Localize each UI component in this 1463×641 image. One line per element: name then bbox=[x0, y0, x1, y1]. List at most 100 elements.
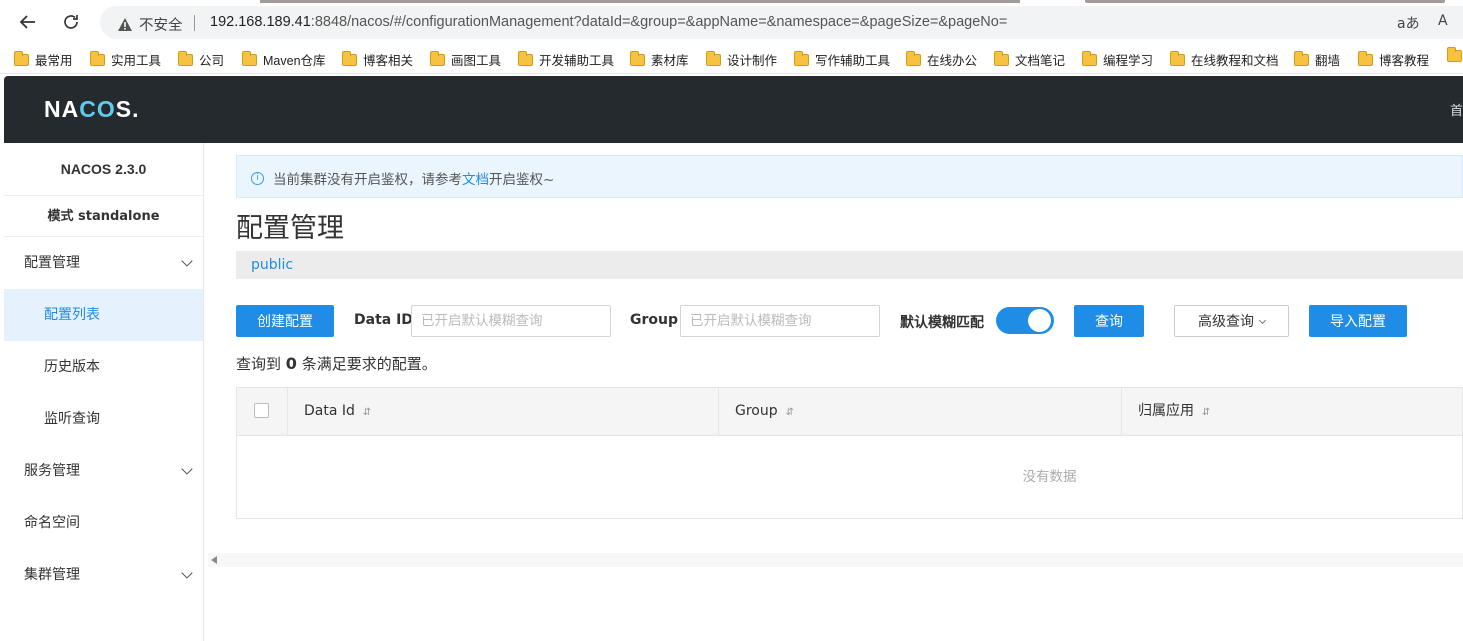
bookmark-folder-overflow[interactable] bbox=[1446, 47, 1462, 62]
sidebar-group-service[interactable]: 服务管理 bbox=[4, 445, 203, 497]
bookmark-folder[interactable]: 素材库 bbox=[629, 50, 689, 69]
sort-icon[interactable]: ⇵ bbox=[363, 407, 371, 418]
bookmark-folder[interactable]: 最常用 bbox=[13, 50, 73, 69]
empty-state: 没有数据 bbox=[1022, 469, 1077, 485]
bookmark-label: 公司 bbox=[199, 54, 225, 68]
bookmark-label: 设计制作 bbox=[727, 54, 778, 68]
folder-icon bbox=[705, 50, 721, 66]
sidebar-item-namespace[interactable]: 命名空间 bbox=[4, 497, 203, 549]
url-host: 192.168.189.41 bbox=[210, 14, 311, 30]
folder-icon bbox=[793, 50, 809, 66]
folder-icon bbox=[1169, 50, 1185, 66]
run-mode: 模式 standalone bbox=[4, 196, 203, 237]
scroll-left-icon[interactable] bbox=[211, 556, 217, 564]
page-title: 配置管理 bbox=[236, 213, 344, 244]
bookmark-folder[interactable]: 文档笔记 bbox=[993, 50, 1066, 69]
toggle-knob bbox=[1028, 309, 1051, 332]
import-config-button[interactable]: 导入配置 bbox=[1309, 305, 1407, 337]
bookmark-folder[interactable]: 在线教程和文档 bbox=[1169, 50, 1279, 69]
folder-icon bbox=[1446, 47, 1462, 62]
column-data-id[interactable]: Data Id ⇵ bbox=[287, 388, 718, 436]
bookmark-label: 最常用 bbox=[35, 54, 73, 68]
column-app[interactable]: 归属应用 ⇵ bbox=[1121, 388, 1463, 436]
bookmark-folder[interactable]: Maven仓库 bbox=[241, 50, 326, 69]
folder-icon bbox=[429, 50, 445, 66]
bookmark-label: 实用工具 bbox=[111, 54, 162, 68]
bookmark-label: 博客相关 bbox=[363, 54, 414, 68]
bookmark-folder[interactable]: 博客教程 bbox=[1357, 50, 1430, 69]
result-summary: 查询到 0 条满足要求的配置。 bbox=[236, 354, 437, 373]
folder-icon bbox=[1293, 50, 1309, 66]
fuzzy-match-label: 默认模糊匹配 bbox=[900, 315, 984, 331]
folder-icon bbox=[905, 50, 921, 66]
notice-text: 当前集群没有开启鉴权，请参考文档开启鉴权~ bbox=[273, 172, 555, 188]
reload-icon bbox=[64, 15, 78, 29]
reload-button[interactable] bbox=[58, 9, 84, 35]
bookmark-label: 编程学习 bbox=[1103, 54, 1154, 68]
sort-icon[interactable]: ⇵ bbox=[786, 407, 794, 418]
create-config-button[interactable]: 创建配置 bbox=[236, 305, 334, 337]
url-path: :8848/nacos/#/configurationManagement?da… bbox=[310, 14, 1008, 30]
group-input[interactable] bbox=[680, 305, 880, 337]
chevron-down-icon bbox=[181, 463, 193, 475]
insecure-label: 不安全 bbox=[139, 18, 183, 34]
bookmark-label: 开发辅助工具 bbox=[539, 54, 615, 68]
select-all-checkbox[interactable] bbox=[254, 403, 269, 418]
chevron-down-icon bbox=[1258, 316, 1267, 325]
header-nav-home[interactable]: 首 bbox=[1450, 100, 1463, 119]
group-label: Group bbox=[630, 312, 679, 328]
query-toolbar: 创建配置 Data ID Group 默认模糊匹配 查询 高级查询 导入配置 bbox=[236, 305, 1463, 337]
bookmark-folder[interactable]: 设计制作 bbox=[705, 50, 778, 69]
sidebar-group-cluster[interactable]: 集群管理 bbox=[4, 549, 203, 601]
query-button[interactable]: 查询 bbox=[1074, 305, 1144, 337]
advanced-query-button[interactable]: 高级查询 bbox=[1174, 305, 1289, 337]
folder-icon bbox=[241, 50, 257, 66]
back-button[interactable] bbox=[15, 9, 41, 35]
bookmark-folder[interactable]: 实用工具 bbox=[89, 50, 162, 69]
bookmark-label: 翻墙 bbox=[1315, 54, 1341, 68]
bookmark-folder[interactable]: 开发辅助工具 bbox=[517, 50, 615, 69]
bookmark-folder[interactable]: 博客相关 bbox=[341, 50, 414, 69]
reader-mode-icon[interactable]: A bbox=[1438, 13, 1448, 29]
insecure-indicator[interactable]: 不安全 bbox=[117, 14, 183, 35]
horizontal-scrollbar[interactable] bbox=[208, 553, 1463, 567]
folder-icon bbox=[1357, 50, 1373, 66]
bookmark-folder[interactable]: 画图工具 bbox=[429, 50, 502, 69]
bookmark-folder[interactable]: 编程学习 bbox=[1081, 50, 1154, 69]
folder-icon bbox=[993, 50, 1009, 66]
folder-icon bbox=[89, 50, 105, 66]
sidebar-group-config[interactable]: 配置管理 bbox=[4, 237, 203, 289]
bookmark-folder[interactable]: 写作辅助工具 bbox=[793, 50, 891, 69]
bookmark-label: 画图工具 bbox=[451, 54, 502, 68]
folder-icon bbox=[177, 50, 193, 66]
bookmark-folder[interactable]: 公司 bbox=[177, 50, 225, 69]
dataid-label: Data ID bbox=[354, 312, 413, 328]
sidebar-item-listen-query[interactable]: 监听查询 bbox=[4, 393, 203, 445]
folder-icon bbox=[341, 50, 357, 66]
bookmark-folder[interactable]: 在线办公 bbox=[905, 50, 977, 69]
read-aloud-icon[interactable]: aあ bbox=[1397, 13, 1420, 33]
url-text[interactable]: 192.168.189.41:8848/nacos/#/configuratio… bbox=[210, 14, 1007, 30]
bookmark-label: 文档笔记 bbox=[1015, 54, 1066, 68]
bookmark-label: 博客教程 bbox=[1379, 54, 1430, 68]
folder-icon bbox=[1081, 50, 1097, 66]
auth-notice: i 当前集群没有开启鉴权，请参考文档开启鉴权~ bbox=[236, 155, 1463, 198]
arrow-left-icon bbox=[19, 15, 35, 29]
folder-icon bbox=[13, 50, 29, 66]
chevron-down-icon bbox=[181, 255, 193, 267]
bookmark-label: 写作辅助工具 bbox=[815, 54, 891, 68]
namespace-public[interactable]: public bbox=[251, 257, 293, 273]
result-count: 0 bbox=[285, 354, 297, 373]
column-group[interactable]: Group ⇵ bbox=[718, 388, 1121, 436]
sort-icon[interactable]: ⇵ bbox=[1202, 407, 1210, 418]
nacos-version: NACOS 2.3.0 bbox=[4, 143, 203, 196]
config-table: Data Id ⇵ Group ⇵ 归属应用 ⇵ 没有数据 bbox=[236, 387, 1463, 519]
bookmark-label: 在线教程和文档 bbox=[1191, 54, 1279, 68]
sidebar-item-config-list[interactable]: 配置列表 bbox=[4, 289, 203, 341]
dataid-input[interactable] bbox=[411, 305, 611, 337]
nacos-logo[interactable]: NACOS. bbox=[44, 96, 139, 123]
notice-doc-link[interactable]: 文档 bbox=[462, 172, 489, 188]
fuzzy-match-toggle[interactable] bbox=[996, 307, 1054, 334]
sidebar-item-history[interactable]: 历史版本 bbox=[4, 341, 203, 393]
bookmark-folder[interactable]: 翻墙 bbox=[1293, 50, 1341, 69]
